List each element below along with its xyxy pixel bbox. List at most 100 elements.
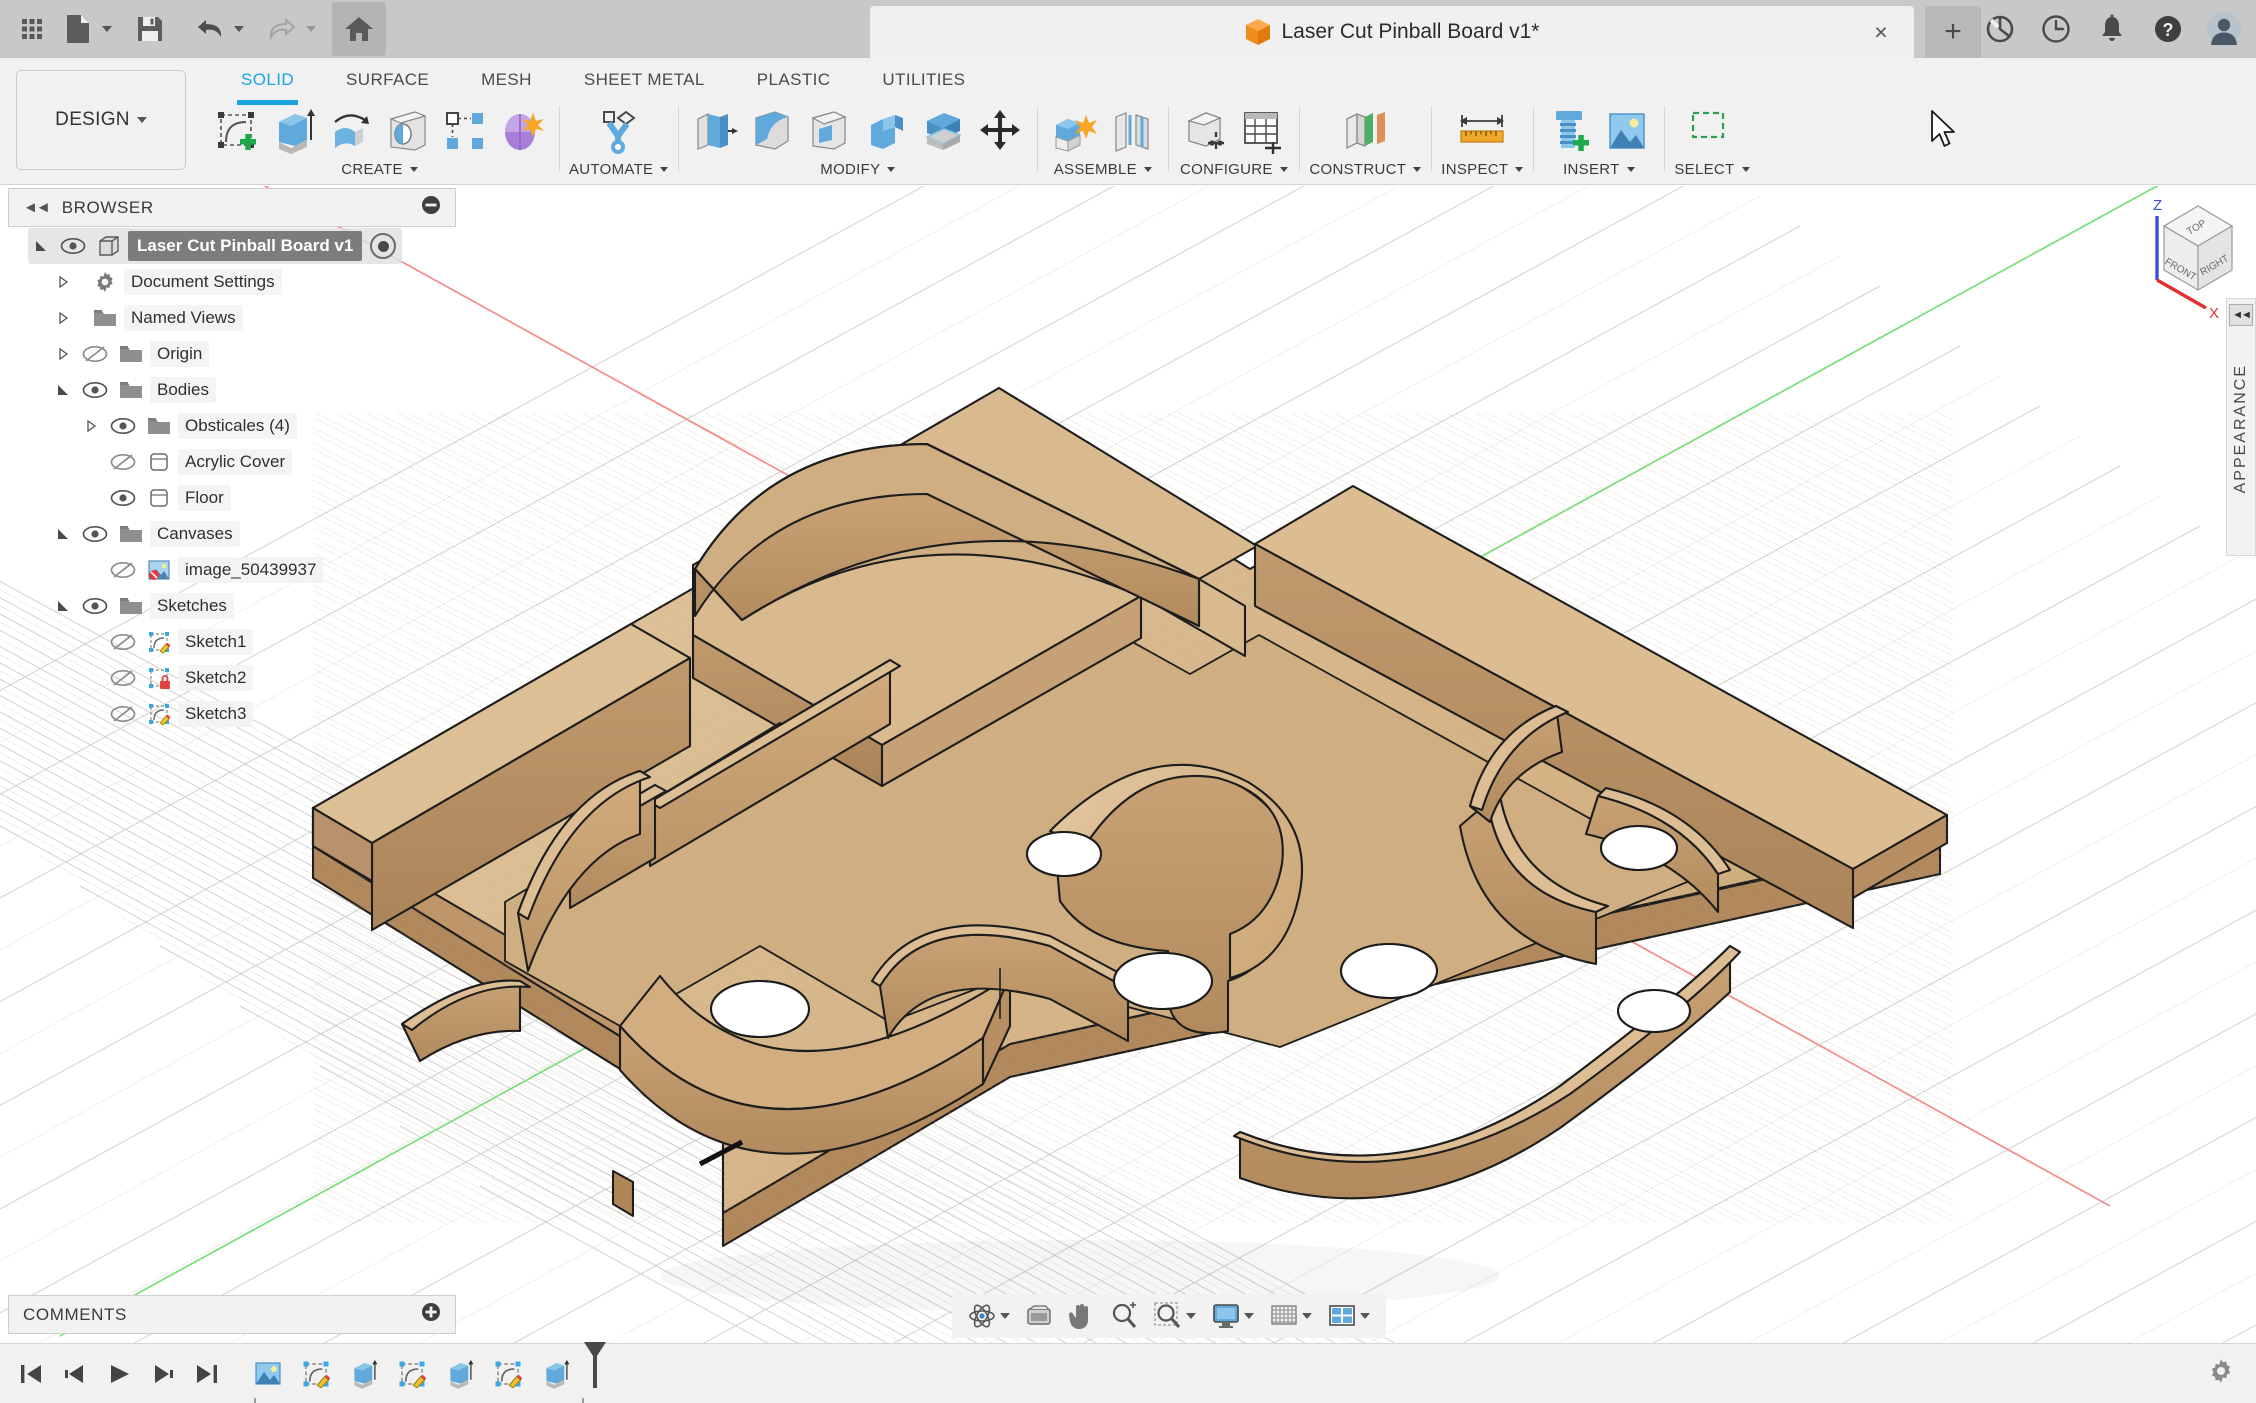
- generative-design-button[interactable]: [592, 104, 646, 158]
- notifications-icon[interactable]: [2094, 11, 2130, 47]
- appearance-panel-rail[interactable]: ◄◄ APPEARANCE: [2226, 298, 2256, 556]
- tree-node-obsticales[interactable]: Obsticales (4): [78, 408, 402, 444]
- undo-button[interactable]: [188, 7, 244, 51]
- canvas-button[interactable]: [1600, 104, 1654, 158]
- viewports-button[interactable]: [1322, 1296, 1376, 1336]
- timeline-canvas-feature[interactable]: [246, 1354, 290, 1394]
- plus-circle-icon[interactable]: [421, 1302, 441, 1327]
- pattern-button[interactable]: [438, 104, 492, 158]
- visibility-eye-off-icon[interactable]: [104, 669, 142, 687]
- document-tab[interactable]: Laser Cut Pinball Board v1* ×: [870, 6, 1914, 58]
- zoom-button[interactable]: [1104, 1296, 1144, 1336]
- press-pull-button[interactable]: [688, 104, 742, 158]
- tree-node-named-views[interactable]: Named Views: [50, 300, 402, 336]
- offset-plane-button[interactable]: [1334, 104, 1396, 158]
- visibility-eye-icon[interactable]: [76, 525, 114, 543]
- timeline-extrude2-feature[interactable]: [438, 1354, 482, 1394]
- tree-node-canvases[interactable]: Canvases: [50, 516, 402, 552]
- tab-plastic[interactable]: PLASTIC: [731, 58, 857, 100]
- tab-surface[interactable]: SURFACE: [320, 58, 455, 100]
- tab-utilities[interactable]: UTILITIES: [856, 58, 991, 100]
- timeline-extrude1-feature[interactable]: [342, 1354, 386, 1394]
- orbit-button[interactable]: [962, 1296, 1016, 1336]
- expander-expanded-icon[interactable]: [50, 599, 76, 613]
- redo-button[interactable]: [260, 7, 316, 51]
- avatar[interactable]: [2206, 11, 2242, 47]
- close-icon[interactable]: ×: [1868, 19, 1894, 45]
- tree-node-sketch1[interactable]: Sketch1: [104, 624, 402, 660]
- tree-node-acrylic-cover[interactable]: Acrylic Cover: [104, 444, 402, 480]
- comments-panel-header[interactable]: COMMENTS: [8, 1295, 456, 1334]
- visibility-eye-off-icon[interactable]: [104, 633, 142, 651]
- look-at-button[interactable]: [1020, 1296, 1058, 1336]
- timeline-settings-button[interactable]: [2208, 1358, 2256, 1389]
- home-button[interactable]: [332, 2, 386, 56]
- file-menu-button[interactable]: [56, 7, 112, 51]
- combine-button[interactable]: [859, 104, 913, 158]
- panel-label-select[interactable]: SELECT: [1674, 161, 1749, 178]
- play-button[interactable]: [104, 1358, 134, 1390]
- fit-button[interactable]: [1148, 1296, 1202, 1336]
- panel-label-automate[interactable]: AUTOMATE: [569, 161, 668, 178]
- panel-label-construct[interactable]: CONSTRUCT: [1309, 161, 1421, 178]
- timeline-marker[interactable]: [582, 1352, 608, 1396]
- insert-mcmaster-button[interactable]: [1543, 104, 1597, 158]
- joint-button[interactable]: [1104, 104, 1158, 158]
- step-back-button[interactable]: [60, 1358, 90, 1390]
- fillet-button[interactable]: [745, 104, 799, 158]
- workspace-switcher[interactable]: DESIGN: [16, 70, 186, 170]
- job-status-icon[interactable]: [2038, 11, 2074, 47]
- extrude-button[interactable]: [267, 104, 321, 158]
- tree-node-document-settings[interactable]: Document Settings: [50, 264, 402, 300]
- minus-circle-icon[interactable]: [421, 195, 441, 220]
- expander-expanded-icon[interactable]: [50, 383, 76, 397]
- panel-label-configure[interactable]: CONFIGURE: [1180, 161, 1288, 178]
- expander-collapsed-icon[interactable]: [78, 419, 104, 433]
- expander-expanded-icon[interactable]: [28, 239, 54, 253]
- grid-snap-button[interactable]: [1264, 1296, 1318, 1336]
- panel-label-assemble[interactable]: ASSEMBLE: [1054, 161, 1152, 178]
- tree-node-canvas-image[interactable]: image_50439937: [104, 552, 402, 588]
- visibility-eye-icon[interactable]: [54, 237, 92, 255]
- new-component-button[interactable]: [1047, 104, 1101, 158]
- save-button[interactable]: [128, 7, 172, 51]
- timeline-extrude3-feature[interactable]: [534, 1354, 578, 1394]
- tab-mesh[interactable]: MESH: [455, 58, 558, 100]
- panel-label-insert[interactable]: INSERT: [1563, 161, 1635, 178]
- timeline-sketch3-feature[interactable]: [486, 1354, 530, 1394]
- expander-collapsed-icon[interactable]: [50, 311, 76, 325]
- tree-node-sketch2[interactable]: Sketch2: [104, 660, 402, 696]
- app-grid-button[interactable]: [10, 7, 54, 51]
- extensions-icon[interactable]: [1982, 11, 2018, 47]
- tree-node-origin[interactable]: Origin: [50, 336, 402, 372]
- activate-component-radio[interactable]: [370, 233, 396, 259]
- edit-configuration-table-button[interactable]: [1235, 104, 1289, 158]
- new-tab-button[interactable]: +: [1925, 6, 1981, 58]
- visibility-eye-icon[interactable]: [76, 381, 114, 399]
- expander-collapsed-icon[interactable]: [50, 347, 76, 361]
- visibility-eye-off-icon[interactable]: [104, 705, 142, 723]
- create-form-button[interactable]: [495, 104, 549, 158]
- visibility-eye-off-icon[interactable]: [104, 453, 142, 471]
- timeline-sketch1-feature[interactable]: [294, 1354, 338, 1394]
- expander-collapsed-icon[interactable]: [50, 275, 76, 289]
- visibility-eye-off-icon[interactable]: [104, 561, 142, 579]
- help-icon[interactable]: ?: [2150, 11, 2186, 47]
- visibility-eye-icon[interactable]: [76, 597, 114, 615]
- tab-solid[interactable]: SOLID: [215, 58, 320, 100]
- panel-label-modify[interactable]: MODIFY: [820, 161, 895, 178]
- tree-node-floor[interactable]: Floor: [104, 480, 402, 516]
- expander-expanded-icon[interactable]: [50, 527, 76, 541]
- select-button[interactable]: [1683, 104, 1741, 158]
- revolve-button[interactable]: [324, 104, 378, 158]
- measure-button[interactable]: [1450, 104, 1514, 158]
- panel-label-create[interactable]: CREATE: [341, 161, 418, 178]
- go-to-beginning-button[interactable]: [16, 1358, 46, 1390]
- visibility-eye-icon[interactable]: [104, 489, 142, 507]
- visibility-eye-icon[interactable]: [104, 417, 142, 435]
- tab-sheet-metal[interactable]: SHEET METAL: [558, 58, 731, 100]
- create-configuration-button[interactable]: [1178, 104, 1232, 158]
- move-copy-button[interactable]: [973, 104, 1027, 158]
- step-forward-button[interactable]: [148, 1358, 178, 1390]
- offset-face-button[interactable]: [916, 104, 970, 158]
